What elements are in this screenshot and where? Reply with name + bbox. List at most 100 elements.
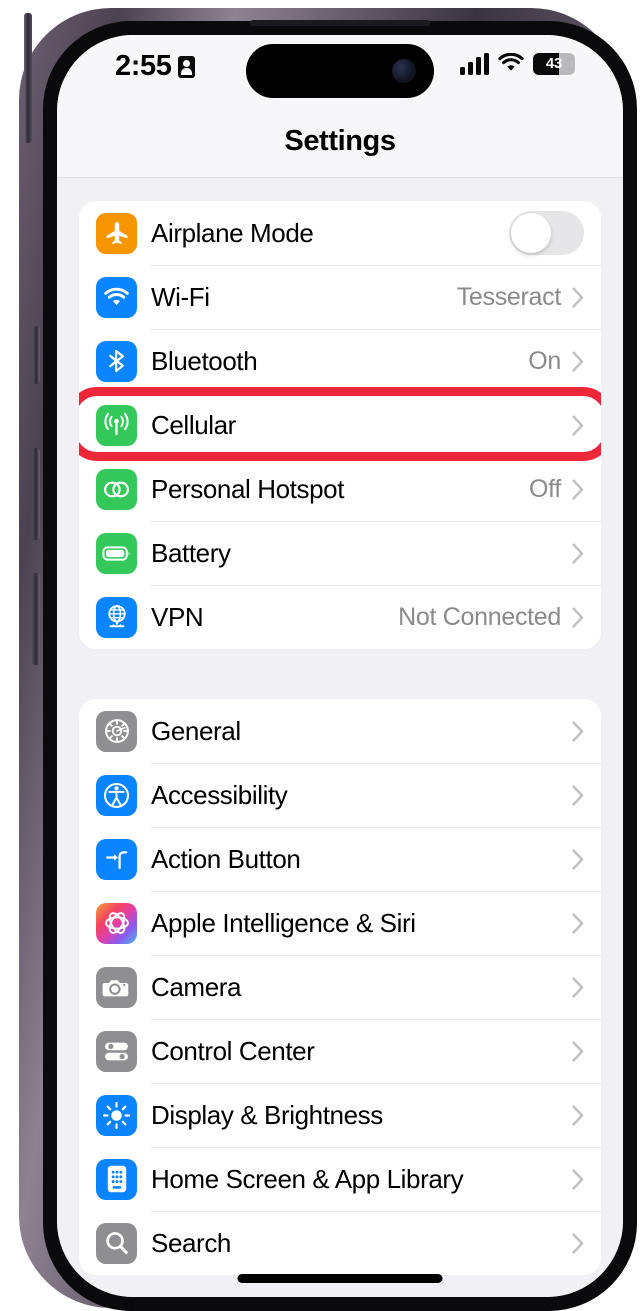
status-bar: 2:55 43 xyxy=(57,35,623,105)
settings-row-accessory xyxy=(572,415,584,436)
airplane-mode-toggle[interactable] xyxy=(509,211,584,255)
bluetooth-icon xyxy=(96,340,137,382)
home-indicator[interactable] xyxy=(237,1274,443,1283)
chevron-right-icon xyxy=(572,785,584,806)
battery-icon xyxy=(96,532,137,574)
settings-row-wi-fi[interactable]: Wi-Fi Tesseract xyxy=(79,265,601,329)
settings-row-general[interactable]: General xyxy=(79,699,601,763)
settings-row-value: Not Connected xyxy=(398,603,561,631)
settings-row-vpn[interactable]: VPN Not Connected xyxy=(79,585,601,649)
apple-intelligence-icon xyxy=(96,902,137,944)
page-title: Settings xyxy=(284,124,396,157)
settings-row-accessory xyxy=(572,849,584,870)
chevron-right-icon xyxy=(572,543,584,564)
camera-icon xyxy=(96,966,137,1008)
chevron-right-icon xyxy=(572,1233,584,1254)
settings-row-label: Personal Hotspot xyxy=(151,474,345,504)
settings-row-label: Apple Intelligence & Siri xyxy=(151,908,416,938)
settings-row-accessory xyxy=(509,211,584,255)
settings-row-accessory: Not Connected xyxy=(398,603,584,632)
power-button-hardware[interactable] xyxy=(24,13,32,143)
settings-row-accessory xyxy=(572,1233,584,1254)
cellular-bars-icon xyxy=(460,53,489,75)
settings-row-accessory xyxy=(572,720,584,742)
settings-row-accessory xyxy=(572,913,584,934)
settings-row-personal-hotspot[interactable]: Personal Hotspot Off xyxy=(79,457,601,521)
settings-row-control-center[interactable]: Control Center xyxy=(79,1019,601,1083)
phone-frame: 2:55 43 Settings Airplane Mode Wi-Fi Tes… xyxy=(19,8,637,1311)
settings-row-display-brightness[interactable]: Display & Brightness xyxy=(79,1083,601,1147)
status-indicators: 43 xyxy=(460,52,575,75)
status-time: 2:55 xyxy=(115,50,172,82)
settings-list[interactable]: Airplane Mode Wi-Fi Tesseract Bluetooth On … xyxy=(57,178,623,1297)
battery-icon: 43 xyxy=(533,53,575,75)
settings-row-accessory xyxy=(572,977,584,998)
settings-row-label: Airplane Mode xyxy=(151,217,314,248)
hotspot-links-icon xyxy=(96,468,137,510)
settings-row-label: Accessibility xyxy=(151,780,288,810)
settings-row-accessory: Tesseract xyxy=(457,283,584,312)
dynamic-island[interactable] xyxy=(246,44,434,98)
settings-row-action-button[interactable]: Action Button xyxy=(79,827,601,891)
chevron-right-icon xyxy=(572,1041,584,1062)
front-camera-icon xyxy=(392,59,416,83)
status-time-group: 2:55 xyxy=(115,50,196,83)
nav-bar: Settings xyxy=(57,105,623,178)
settings-row-label: Control Center xyxy=(151,1036,315,1066)
chevron-right-icon xyxy=(572,287,584,308)
settings-row-accessory: Off xyxy=(529,475,584,504)
settings-row-value: Tesseract xyxy=(456,283,562,311)
settings-row-airplane-mode[interactable]: Airplane Mode xyxy=(79,201,601,265)
settings-row-value: On xyxy=(528,347,561,375)
settings-group-system: General Accessibility Action Button Appl… xyxy=(79,699,601,1275)
settings-row-label: VPN xyxy=(151,602,204,632)
airplane-icon xyxy=(96,212,137,254)
settings-row-battery[interactable]: Battery xyxy=(79,521,601,585)
action-button-hardware[interactable] xyxy=(33,326,40,384)
chevron-right-icon xyxy=(572,479,584,500)
settings-row-camera[interactable]: Camera xyxy=(79,955,601,1019)
chevron-right-icon xyxy=(572,1105,584,1126)
volume-down-button-hardware[interactable] xyxy=(32,573,40,665)
toggle-knob xyxy=(511,213,551,253)
chevron-right-icon xyxy=(572,351,584,372)
earpiece-speaker xyxy=(250,20,430,26)
settings-row-accessory: On xyxy=(528,347,584,376)
settings-row-label: Wi-Fi xyxy=(151,282,210,312)
settings-row-apple-intelligence-siri[interactable]: Apple Intelligence & Siri xyxy=(79,891,601,955)
settings-row-label: Camera xyxy=(151,972,242,1002)
chevron-right-icon xyxy=(572,1169,584,1190)
chevron-right-icon xyxy=(572,913,584,934)
chevron-right-icon xyxy=(572,720,584,742)
wifi-icon xyxy=(498,52,524,75)
settings-row-label: Display & Brightness xyxy=(151,1100,383,1130)
volume-up-button-hardware[interactable] xyxy=(32,448,40,540)
settings-row-label: General xyxy=(151,715,241,746)
settings-row-accessory xyxy=(572,543,584,564)
settings-row-label: Battery xyxy=(151,538,231,568)
settings-row-accessibility[interactable]: Accessibility xyxy=(79,763,601,827)
settings-row-bluetooth[interactable]: Bluetooth On xyxy=(79,329,601,393)
settings-row-home-screen-app-library[interactable]: Home Screen & App Library xyxy=(79,1147,601,1211)
cellular-antenna-icon xyxy=(96,404,137,446)
settings-row-label: Bluetooth xyxy=(151,346,258,376)
chevron-right-icon xyxy=(572,415,584,436)
phone-screen: 2:55 43 Settings Airplane Mode Wi-Fi Tes… xyxy=(57,35,623,1297)
contact-card-icon xyxy=(178,55,196,78)
settings-row-label: Search xyxy=(151,1228,231,1258)
settings-row-accessory xyxy=(572,1041,584,1062)
settings-group-connectivity: Airplane Mode Wi-Fi Tesseract Bluetooth On … xyxy=(79,201,601,649)
accessibility-icon xyxy=(96,774,137,816)
home-screen-icon xyxy=(96,1158,137,1200)
settings-row-search[interactable]: Search xyxy=(79,1211,601,1275)
chevron-right-icon xyxy=(572,849,584,870)
settings-row-cellular[interactable]: Cellular xyxy=(79,387,601,461)
settings-row-value: Off xyxy=(529,475,561,503)
vpn-globe-icon xyxy=(96,596,137,638)
settings-row-label: Cellular xyxy=(151,410,236,440)
settings-row-label: Action Button xyxy=(151,844,301,874)
settings-row-label: Home Screen & App Library xyxy=(151,1164,464,1194)
settings-row-accessory xyxy=(572,785,584,806)
chevron-right-icon xyxy=(572,977,584,998)
settings-row-accessory xyxy=(572,1105,584,1126)
